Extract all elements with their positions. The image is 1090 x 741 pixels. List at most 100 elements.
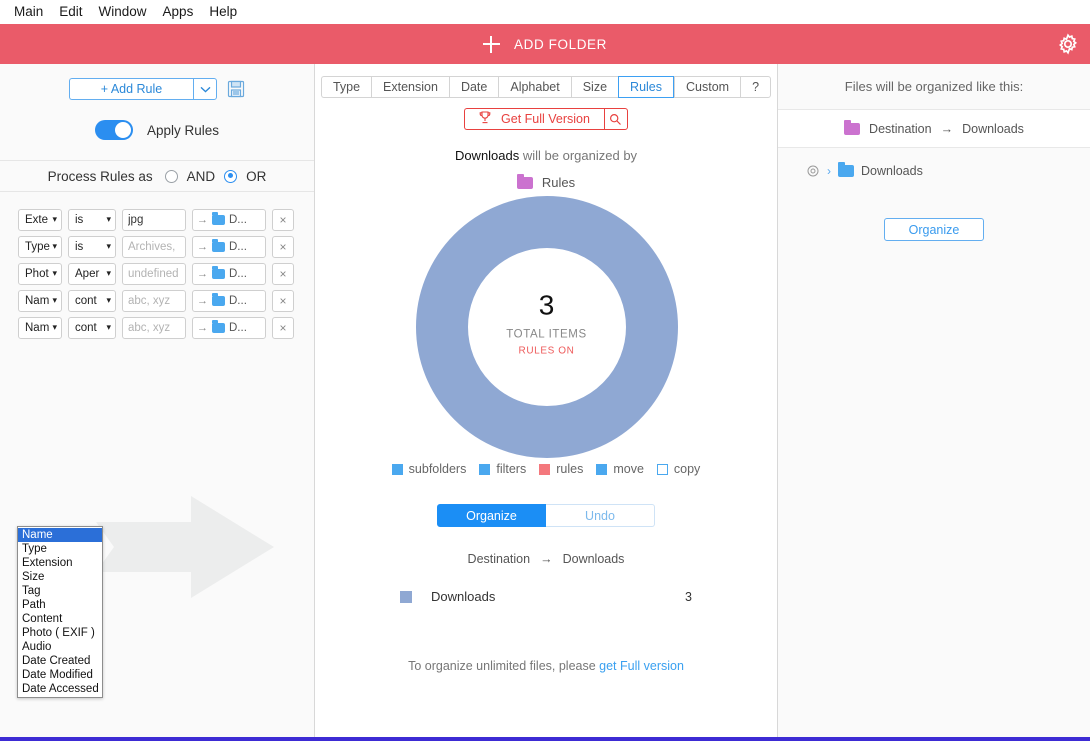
menu-item-edit[interactable]: Edit <box>51 0 90 24</box>
preview-organize-row: Organize <box>778 218 1090 241</box>
rule-operator-select[interactable]: cont ▾ <box>68 316 116 339</box>
preview-panel: Files will be organized like this: Desti… <box>778 64 1090 737</box>
dropdown-option-type[interactable]: Type <box>18 542 102 556</box>
rule-field-select[interactable]: Exte ▾ <box>18 208 62 231</box>
remove-rule-button[interactable]: × <box>272 316 294 339</box>
rule-value-input[interactable] <box>122 316 186 339</box>
menu-item-help[interactable]: Help <box>201 0 245 24</box>
remove-rule-button[interactable]: × <box>272 235 294 258</box>
tab-alphabet[interactable]: Alphabet <box>498 76 571 98</box>
radio-and-label[interactable]: AND <box>187 169 216 184</box>
field-dropdown-menu[interactable]: Name Type Extension Size Tag Path Conten… <box>17 526 103 698</box>
chevron-right-icon: › <box>827 164 831 178</box>
legend-item-filters[interactable]: filters <box>479 462 526 476</box>
gear-icon[interactable] <box>806 164 820 178</box>
dropdown-option-date-modified[interactable]: Date Modified <box>18 668 102 682</box>
gear-icon[interactable] <box>1056 32 1080 56</box>
tab-help[interactable]: ? <box>740 76 772 98</box>
legend-item-copy[interactable]: copy <box>656 462 700 476</box>
legend-item-rules[interactable]: rules <box>539 462 583 476</box>
rule-field-select[interactable]: Nam ▾ <box>18 316 62 339</box>
legend-swatch <box>391 463 403 475</box>
get-full-version-link[interactable]: get Full version <box>599 659 684 673</box>
rule-operator-value: cont <box>75 321 97 334</box>
rule-field-select[interactable]: Type ▾ <box>18 235 62 258</box>
dropdown-option-date-created[interactable]: Date Created <box>18 654 102 668</box>
dropdown-option-size[interactable]: Size <box>18 570 102 584</box>
undo-button[interactable]: Undo <box>546 504 655 527</box>
trophy-icon <box>479 111 491 127</box>
floppy-save-icon[interactable] <box>227 80 245 98</box>
rule-field-select[interactable]: Phot ▾ <box>18 262 62 285</box>
chevron-down-icon: ▾ <box>106 295 111 305</box>
chevron-down-icon[interactable] <box>193 78 217 100</box>
preview-organize-button[interactable]: Organize <box>884 218 984 241</box>
result-row: Downloads 3 <box>315 589 777 604</box>
preview-tree-row[interactable]: › Downloads <box>778 148 1090 178</box>
rule-destination-label: D... <box>229 240 247 253</box>
remove-rule-button[interactable]: × <box>272 208 294 231</box>
add-folder-label: ADD FOLDER <box>513 36 607 52</box>
rule-operator-select[interactable]: Aper ▾ <box>68 262 116 285</box>
tab-custom[interactable]: Custom <box>674 76 741 98</box>
search-icon[interactable] <box>603 108 628 130</box>
dropdown-option-name[interactable]: Name <box>18 528 102 542</box>
rule-value-input[interactable] <box>122 289 186 312</box>
rule-row: Type ▾ is ▾ → D... × <box>0 233 314 260</box>
tab-size[interactable]: Size <box>570 76 619 98</box>
rule-field-select[interactable]: Nam ▾ <box>18 289 62 312</box>
menu-item-main[interactable]: Main <box>6 0 51 24</box>
dropdown-option-tag[interactable]: Tag <box>18 584 102 598</box>
dropdown-option-date-accessed[interactable]: Date Accessed <box>18 682 102 696</box>
folder-icon <box>844 119 861 135</box>
dropdown-option-path[interactable]: Path <box>18 598 102 612</box>
app-window: Main Edit Window Apps Help ADD FOLDER + … <box>0 0 1090 741</box>
rule-value-input[interactable] <box>122 235 186 258</box>
organized-by-source: Downloads <box>454 148 520 163</box>
remove-rule-button[interactable]: × <box>272 289 294 312</box>
tab-extension[interactable]: Extension <box>371 76 449 98</box>
rule-operator-select[interactable]: is ▾ <box>68 235 116 258</box>
remove-rule-button[interactable]: × <box>272 262 294 285</box>
rule-operator-value: is <box>75 213 84 226</box>
process-rules-label: Process Rules as <box>47 168 153 184</box>
rule-operator-select[interactable]: is ▾ <box>68 208 116 231</box>
dropdown-option-extension[interactable]: Extension <box>18 556 102 570</box>
menu-item-window[interactable]: Window <box>91 0 155 24</box>
chevron-down-icon: ▾ <box>106 322 111 332</box>
legend-item-move[interactable]: move <box>596 462 644 476</box>
rule-value-input[interactable] <box>122 262 186 285</box>
legend-item-subfolders[interactable]: subfolders <box>391 462 466 476</box>
tab-type[interactable]: Type <box>320 76 372 98</box>
organized-by-text: Downloads will be organized by <box>315 148 777 163</box>
get-full-version-button[interactable]: Get Full Version <box>464 108 604 130</box>
apply-rules-toggle[interactable] <box>94 120 133 140</box>
rule-destination-button[interactable]: → D... <box>192 262 266 285</box>
chevron-down-icon: ▾ <box>52 214 57 224</box>
rule-destination-button[interactable]: → D... <box>192 289 266 312</box>
add-rule-button[interactable]: + Add Rule <box>69 78 193 100</box>
rule-destination-button[interactable]: → D... <box>192 208 266 231</box>
radio-and[interactable] <box>164 169 178 183</box>
dropdown-option-photo-exif[interactable]: Photo ( EXIF ) <box>18 626 102 640</box>
add-folder-button[interactable]: ADD FOLDER <box>482 35 607 53</box>
organize-button[interactable]: Organize <box>437 504 546 527</box>
tab-date[interactable]: Date <box>448 76 499 98</box>
app-header: ADD FOLDER <box>0 24 1090 64</box>
radio-or[interactable] <box>224 169 238 183</box>
main-panel: Type Extension Date Alphabet Size Rules … <box>315 64 778 737</box>
rule-field-value: Nam <box>25 321 50 334</box>
menu-item-apps[interactable]: Apps <box>155 0 202 24</box>
rule-field-value: Type <box>25 240 50 253</box>
rule-destination-button[interactable]: → D... <box>192 316 266 339</box>
radio-or-label[interactable]: OR <box>246 169 266 184</box>
dropdown-option-audio[interactable]: Audio <box>18 640 102 654</box>
chevron-down-icon: ▾ <box>52 322 57 332</box>
result-count: 3 <box>685 589 692 604</box>
dropdown-option-content[interactable]: Content <box>18 612 102 626</box>
rule-destination-button[interactable]: → D... <box>192 235 266 258</box>
rule-operator-select[interactable]: cont ▾ <box>68 289 116 312</box>
rule-value-input[interactable] <box>122 208 186 231</box>
tab-rules[interactable]: Rules <box>618 76 675 98</box>
rule-row: Phot ▾ Aper ▾ → D... × <box>0 260 314 287</box>
